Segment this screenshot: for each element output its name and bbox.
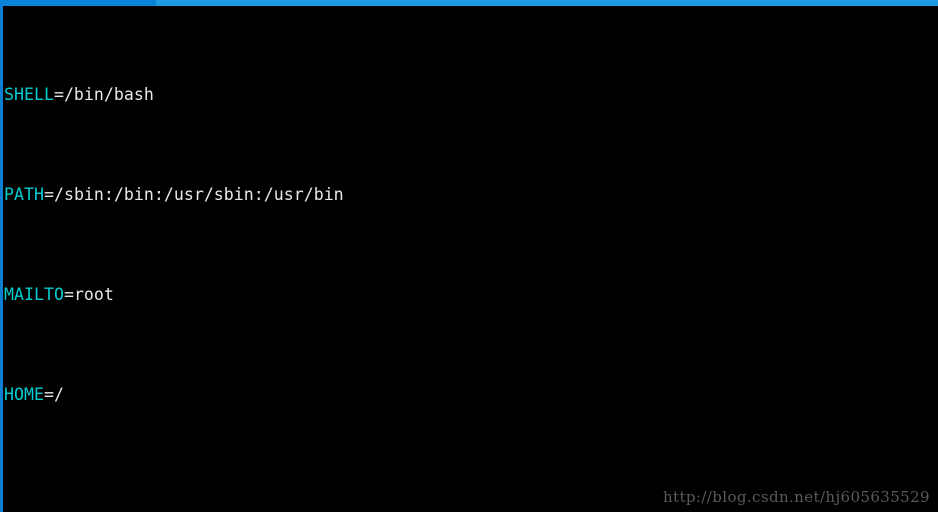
terminal-screen: SHELL=/bin/bash PATH=/sbin:/bin:/usr/sbi… xyxy=(0,0,938,512)
env-name-shell: SHELL xyxy=(4,85,54,104)
env-value-shell: =/bin/bash xyxy=(53,85,154,104)
env-name-path: PATH xyxy=(4,185,44,204)
env-value-path: =/sbin:/bin:/usr/sbin:/usr/bin xyxy=(43,185,344,204)
terminal-text-area[interactable]: SHELL=/bin/bash PATH=/sbin:/bin:/usr/sbi… xyxy=(4,7,938,512)
env-value-mailto: =root xyxy=(63,285,114,304)
env-value-home: =/ xyxy=(43,385,64,404)
env-name-home: HOME xyxy=(4,385,44,404)
env-line-home: HOME=/ xyxy=(4,382,938,407)
env-line-path: PATH=/sbin:/bin:/usr/sbin:/usr/bin xyxy=(4,182,938,207)
watermark-text: http://blog.csdn.net/hj605635529 xyxy=(662,488,930,506)
titlebar-secondary-segment xyxy=(156,0,938,6)
titlebar-accent-segment xyxy=(0,0,156,6)
window-titlebar xyxy=(0,0,938,6)
env-line-shell: SHELL=/bin/bash xyxy=(4,82,938,107)
env-line-mailto: MAILTO=root xyxy=(4,282,938,307)
window-left-border xyxy=(0,6,3,512)
env-name-mailto: MAILTO xyxy=(4,285,64,304)
